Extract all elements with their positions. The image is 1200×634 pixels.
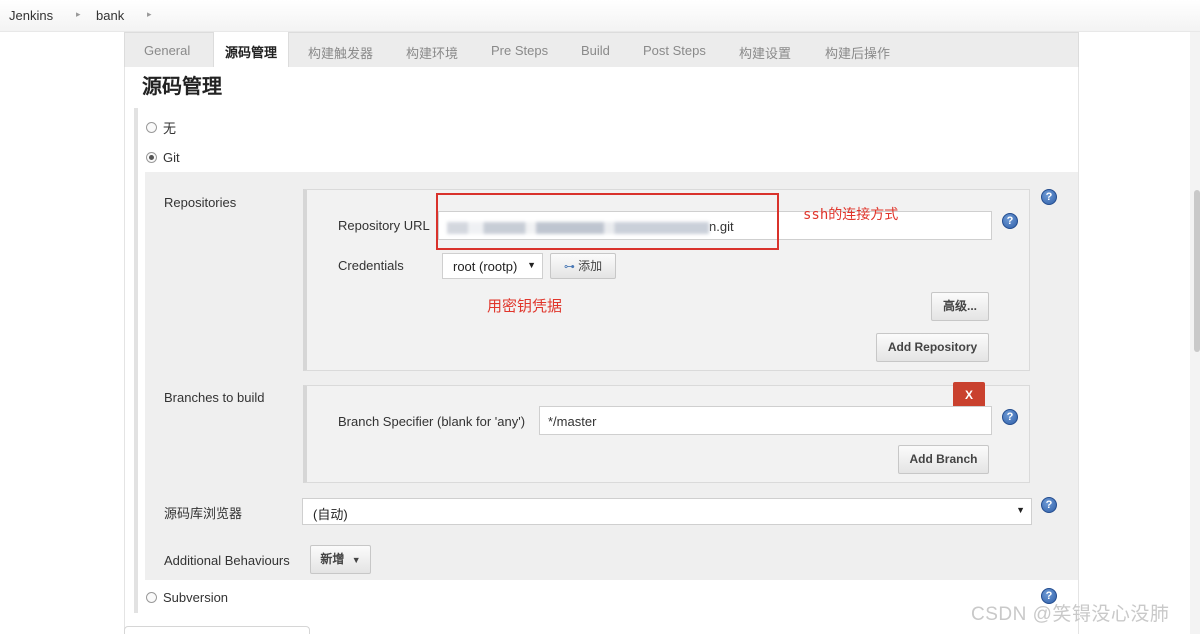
dropdown-arrow-icon: ▼ [1016,505,1025,515]
tab-build-triggers[interactable]: 构建触发器 [308,43,373,62]
tab-post-build-actions[interactable]: 构建后操作 [825,43,890,62]
add-behaviour-button[interactable]: 新增 ▼ [310,545,371,574]
credentials-label: Credentials [338,258,404,273]
scm-section-rail [134,108,138,613]
breadcrumb-separator-icon: ▸ [76,9,81,19]
tab-pre-steps[interactable]: Pre Steps [491,43,548,58]
dropdown-arrow-icon: ▼ [527,260,536,270]
repository-url-label: Repository URL [338,218,430,233]
tab-scm[interactable]: 源码管理 [213,32,290,68]
branches-label: Branches to build [164,390,265,405]
branch-specifier-label: Branch Specifier (blank for 'any') [338,414,526,429]
breadcrumb-separator-icon: ▸ [147,9,152,19]
scm-option-none[interactable]: 无 [146,118,176,137]
csdn-watermark: CSDN @笑锝没心没肺 [971,604,1170,625]
bottom-tab-edge [124,626,310,634]
key-icon: ⊶ [563,261,575,273]
breadcrumb-bank[interactable]: bank [96,8,124,23]
jenkins-config-page: Jenkins ▸ bank ▸ General 源码管理 构建触发器 构建环境… [0,0,1200,634]
section-title: 源码管理 [142,76,222,98]
ssh-annotation: ssh的连接方式 [803,207,899,223]
tab-build-environment[interactable]: 构建环境 [406,43,458,62]
help-icon[interactable]: ? [1041,497,1057,513]
repo-browser-label: 源码库浏览器 [164,506,243,521]
breadcrumb-jenkins[interactable]: Jenkins [9,8,53,23]
delete-branch-button[interactable]: X [953,382,985,408]
tab-build-settings[interactable]: 构建设置 [739,43,791,62]
credentials-value: root (rootp) [453,259,518,274]
radio-none[interactable] [146,122,157,133]
repo-browser-value: (自动) [313,507,348,522]
tab-post-steps[interactable]: Post Steps [643,43,706,58]
dropdown-arrow-icon: ▼ [351,555,361,565]
scm-option-git-label: Git [163,150,180,165]
credentials-select[interactable]: root (rootp) ▼ [442,253,543,279]
annotation-box [436,193,779,250]
radio-git[interactable] [146,152,157,163]
add-branch-button[interactable]: Add Branch [898,445,989,474]
add-credentials-label: 添加 [578,259,603,273]
help-icon[interactable]: ? [1041,189,1057,205]
scm-option-git[interactable]: Git [146,150,180,165]
additional-behaviours-label: Additional Behaviours [164,553,290,568]
help-icon[interactable]: ? [1002,213,1018,229]
branch-specifier-input[interactable]: */master [539,406,992,435]
advanced-button[interactable]: 高级... [931,292,989,321]
add-repository-button[interactable]: Add Repository [876,333,989,362]
breadcrumb: Jenkins ▸ bank ▸ [0,0,1200,32]
key-annotation: 用密钥凭据 [487,298,563,315]
help-icon[interactable]: ? [1002,409,1018,425]
add-behaviour-label: 新增 [320,552,345,566]
add-credentials-button[interactable]: ⊶ 添加 [550,253,616,279]
scm-option-none-label: 无 [163,121,177,136]
tab-general[interactable]: General [144,43,190,58]
radio-subversion[interactable] [146,592,157,603]
config-tab-bar: General 源码管理 构建触发器 构建环境 Pre Steps Build … [124,32,1079,68]
repositories-label: Repositories [164,195,237,210]
repo-browser-select[interactable]: (自动) ▼ [302,498,1032,525]
scrollbar-thumb[interactable] [1194,190,1200,352]
scm-option-subversion-label: Subversion [163,590,229,605]
tab-build[interactable]: Build [581,43,610,58]
scm-option-subversion[interactable]: Subversion [146,590,228,605]
